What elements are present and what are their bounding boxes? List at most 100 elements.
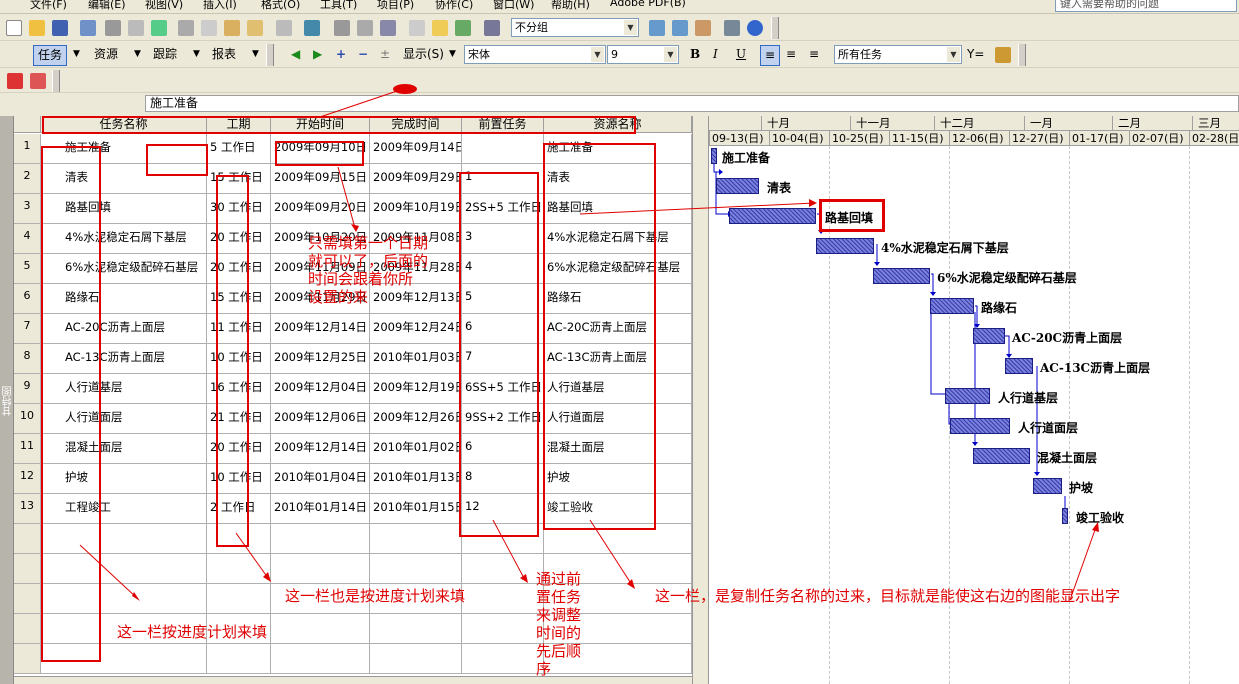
cell-finish[interactable] [370, 614, 462, 644]
copy-icon[interactable] [201, 20, 217, 36]
chevron-down-icon[interactable]: ▼ [449, 45, 456, 64]
menu-edit[interactable]: 编辑(E) [88, 0, 126, 12]
cell-finish[interactable]: 2010年01月02日 [370, 434, 462, 464]
select-all-corner[interactable] [14, 116, 41, 133]
gantt-bar[interactable] [950, 418, 1010, 434]
gantt-bar[interactable] [973, 448, 1030, 464]
horizontal-scrollbar[interactable] [14, 676, 692, 684]
gantt-bar[interactable] [711, 148, 717, 164]
bold-button[interactable]: B [690, 45, 700, 64]
cell-finish[interactable]: 2009年09月14日 [370, 134, 462, 164]
help-icon[interactable] [747, 20, 763, 36]
cell-start[interactable]: 2009年12月14日 [271, 314, 370, 344]
cell-finish[interactable]: 2009年10月19日 [370, 194, 462, 224]
toolbar-grip[interactable] [266, 44, 274, 66]
chevron-down-icon[interactable]: ▼ [134, 45, 141, 64]
zoom-in-icon[interactable] [649, 20, 665, 36]
font-select[interactable]: 宋体 ▼ [464, 45, 606, 64]
link-tasks-icon[interactable] [334, 20, 350, 36]
unlink-tasks-icon[interactable] [357, 20, 373, 36]
cell-duration[interactable] [207, 554, 271, 584]
copy-picture-icon[interactable] [724, 20, 740, 36]
print-preview-icon[interactable] [128, 20, 144, 36]
cell-duration[interactable] [207, 584, 271, 614]
cell-finish[interactable]: 2009年12月13日 [370, 284, 462, 314]
assign-resources-icon[interactable] [455, 20, 471, 36]
cell-finish[interactable]: 2010年01月03日 [370, 344, 462, 374]
cell-start[interactable] [271, 614, 370, 644]
toolbar-grip[interactable] [1018, 44, 1026, 66]
cell-start[interactable]: 2009年12月06日 [271, 404, 370, 434]
align-left-icon[interactable]: ≡ [760, 45, 780, 66]
show-button[interactable]: 显示(S) [403, 45, 444, 64]
show-subtasks-icon[interactable]: ± [380, 45, 390, 64]
cell-finish[interactable] [370, 644, 462, 674]
gantt-bar[interactable] [729, 208, 816, 224]
cell-predecessors[interactable] [462, 614, 544, 644]
format-painter-icon[interactable] [247, 20, 263, 36]
menu-insert[interactable]: 插入(I) [203, 0, 237, 12]
open-icon[interactable] [29, 20, 45, 36]
tasks-button[interactable]: 任务 [33, 45, 68, 66]
toolbar-grip[interactable] [771, 17, 779, 39]
task-info-icon[interactable] [409, 20, 425, 36]
gantt-bar[interactable] [1033, 478, 1062, 494]
cell-finish[interactable]: 2010年01月15日 [370, 494, 462, 524]
gantt-bar[interactable] [1062, 508, 1068, 524]
task-notes-icon[interactable] [432, 20, 448, 36]
filter-select[interactable]: 所有任务 ▼ [834, 45, 962, 64]
cell-start[interactable]: 2009年09月15日 [271, 164, 370, 194]
print-icon[interactable] [105, 20, 121, 36]
gantt-wizard-icon[interactable] [995, 47, 1011, 63]
undo-icon[interactable] [276, 20, 292, 36]
permission-icon[interactable] [80, 20, 96, 36]
entry-input[interactable]: 施工准备 [145, 95, 1239, 112]
help-search-input[interactable]: 键入需要帮助的问题 [1055, 0, 1237, 12]
cell-start[interactable]: 2010年01月14日 [271, 494, 370, 524]
menu-help[interactable]: 帮助(H) [551, 0, 590, 12]
autofilter-icon[interactable]: Y= [967, 45, 984, 64]
toolbar-grip[interactable] [52, 70, 60, 92]
scroll-to-task-icon[interactable] [695, 20, 711, 36]
cell-start[interactable]: 2009年12月14日 [271, 434, 370, 464]
menu-view[interactable]: 视图(V) [145, 0, 183, 12]
split-task-icon[interactable] [380, 20, 396, 36]
cell-finish[interactable]: 2009年12月26日 [370, 404, 462, 434]
plus-icon[interactable]: + [336, 45, 346, 64]
menu-adobe-pdf[interactable]: Adobe PDF(B) [610, 0, 686, 9]
menu-project[interactable]: 项目(P) [377, 0, 414, 12]
cell-predecessors[interactable] [462, 134, 544, 164]
arrow-left-icon[interactable]: ◀ [291, 45, 300, 64]
new-icon[interactable] [6, 20, 22, 36]
group-select[interactable]: 不分组 ▼ [511, 18, 639, 37]
chevron-down-icon[interactable]: ▼ [252, 45, 259, 64]
cell-finish[interactable]: 2009年09月29日 [370, 164, 462, 194]
cell-finish[interactable]: 2009年12月19日 [370, 374, 462, 404]
cell-start[interactable] [271, 644, 370, 674]
cell-predecessors[interactable] [462, 554, 544, 584]
save-icon[interactable] [52, 20, 68, 36]
cell-duration[interactable]: 5 工作日 [207, 134, 271, 164]
cut-icon[interactable] [178, 20, 194, 36]
track-button[interactable]: 跟踪 [153, 45, 177, 64]
cell-start[interactable]: 2009年12月25日 [271, 344, 370, 374]
cell-predecessors[interactable] [462, 644, 544, 674]
underline-button[interactable]: U [736, 45, 746, 64]
cell-start[interactable]: 2010年01月04日 [271, 464, 370, 494]
gantt-bar[interactable] [716, 178, 759, 194]
report-button[interactable]: 报表 [212, 45, 236, 64]
cell-finish[interactable]: 2010年01月13日 [370, 464, 462, 494]
menu-file[interactable]: 文件(F) [30, 0, 67, 12]
hyperlink-icon[interactable] [304, 20, 320, 36]
publish-icon[interactable] [484, 20, 500, 36]
gantt-bar[interactable] [930, 298, 974, 314]
chevron-down-icon[interactable]: ▼ [193, 45, 200, 64]
cell-finish[interactable]: 2009年12月24日 [370, 314, 462, 344]
cell-predecessors[interactable] [462, 584, 544, 614]
italic-button[interactable]: I [713, 45, 718, 64]
align-right-icon[interactable]: ≡ [809, 45, 819, 64]
gantt-bar[interactable] [945, 388, 990, 404]
zoom-out-icon[interactable] [672, 20, 688, 36]
align-center-icon[interactable]: ≡ [786, 45, 796, 64]
pdf-email-icon[interactable] [30, 73, 46, 89]
